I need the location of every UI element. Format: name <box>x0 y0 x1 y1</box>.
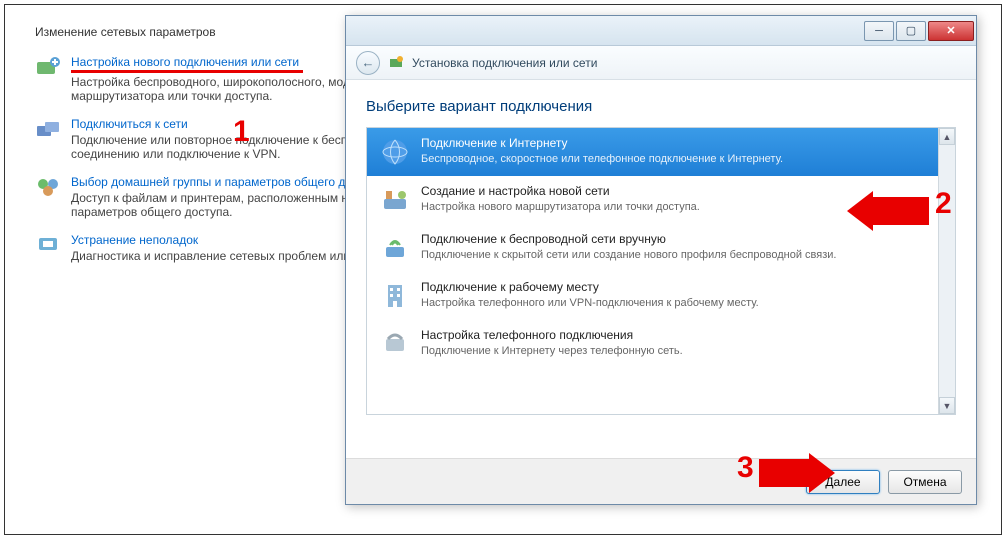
opt-desc: Подключение к скрытой сети или создание … <box>421 248 926 262</box>
annotation-underline <box>71 70 303 73</box>
scroll-up-button[interactable]: ▲ <box>939 128 955 145</box>
option-wifi-manual[interactable]: Подключение к беспроводной сети вручную … <box>367 224 938 272</box>
option-internet[interactable]: Подключение к Интернету Беспроводное, ск… <box>367 128 938 176</box>
opt-title: Подключение к рабочему месту <box>421 280 926 296</box>
dialog-heading: Выберите вариант подключения <box>366 98 956 115</box>
option-dialup[interactable]: Настройка телефонного подключения Подклю… <box>367 320 938 368</box>
net-link[interactable]: Подключиться к сети <box>71 117 188 131</box>
net-link[interactable]: Выбор домашней группы и параметров общег… <box>71 175 383 189</box>
annotation-arrow-2 <box>847 191 929 231</box>
annotation-number-2: 2 <box>935 187 952 221</box>
scroll-down-button[interactable]: ▼ <box>939 397 955 414</box>
dialog-body: Выберите вариант подключения Подключение… <box>346 80 976 415</box>
opt-title: Подключение к беспроводной сети вручную <box>421 232 926 248</box>
annotation-arrow-3 <box>759 453 835 493</box>
building-icon <box>379 280 411 312</box>
opt-desc: Настройка телефонного или VPN-подключени… <box>421 296 926 310</box>
phone-icon <box>379 328 411 360</box>
back-button[interactable]: ← <box>356 51 380 75</box>
page-frame: соединение (ASUS) Изменение сетевых пара… <box>4 4 1002 535</box>
connect-icon <box>35 117 63 141</box>
router-icon <box>379 184 411 216</box>
opt-desc: Подключение к Интернету через телефонную… <box>421 344 926 358</box>
close-button[interactable]: ✕ <box>928 21 974 41</box>
new-connection-icon <box>35 55 63 79</box>
wizard-icon <box>388 55 404 71</box>
titlebar: ─ ▢ ✕ <box>346 16 976 46</box>
section-title-text: Изменение сетевых параметров <box>35 25 216 39</box>
opt-desc: Беспроводное, скоростное или телефонное … <box>421 152 926 166</box>
net-link[interactable]: Устранение неполадок <box>71 233 198 247</box>
homegroup-icon <box>35 175 63 199</box>
scrollbar[interactable]: ▲ ▼ <box>938 128 955 414</box>
dialog-footer: Далее Отмена <box>346 458 976 504</box>
maximize-button[interactable]: ▢ <box>896 21 926 41</box>
option-list: Подключение к Интернету Беспроводное, ск… <box>366 127 956 415</box>
option-workplace[interactable]: Подключение к рабочему месту Настройка т… <box>367 272 938 320</box>
troubleshoot-icon <box>35 233 63 257</box>
minimize-button[interactable]: ─ <box>864 21 894 41</box>
opt-title: Подключение к Интернету <box>421 136 926 152</box>
annotation-number-1: 1 <box>233 115 250 149</box>
cancel-button[interactable]: Отмена <box>888 470 962 494</box>
globe-icon <box>379 136 411 168</box>
opt-title: Настройка телефонного подключения <box>421 328 926 344</box>
wizard-title: Установка подключения или сети <box>412 56 597 70</box>
annotation-number-3: 3 <box>737 451 754 485</box>
net-link[interactable]: Настройка нового подключения или сети <box>71 55 299 69</box>
wizard-subheader: ← Установка подключения или сети <box>346 46 976 80</box>
wifi-icon <box>379 232 411 264</box>
connection-wizard-dialog: ─ ▢ ✕ ← Установка подключения или сети В… <box>345 15 977 505</box>
